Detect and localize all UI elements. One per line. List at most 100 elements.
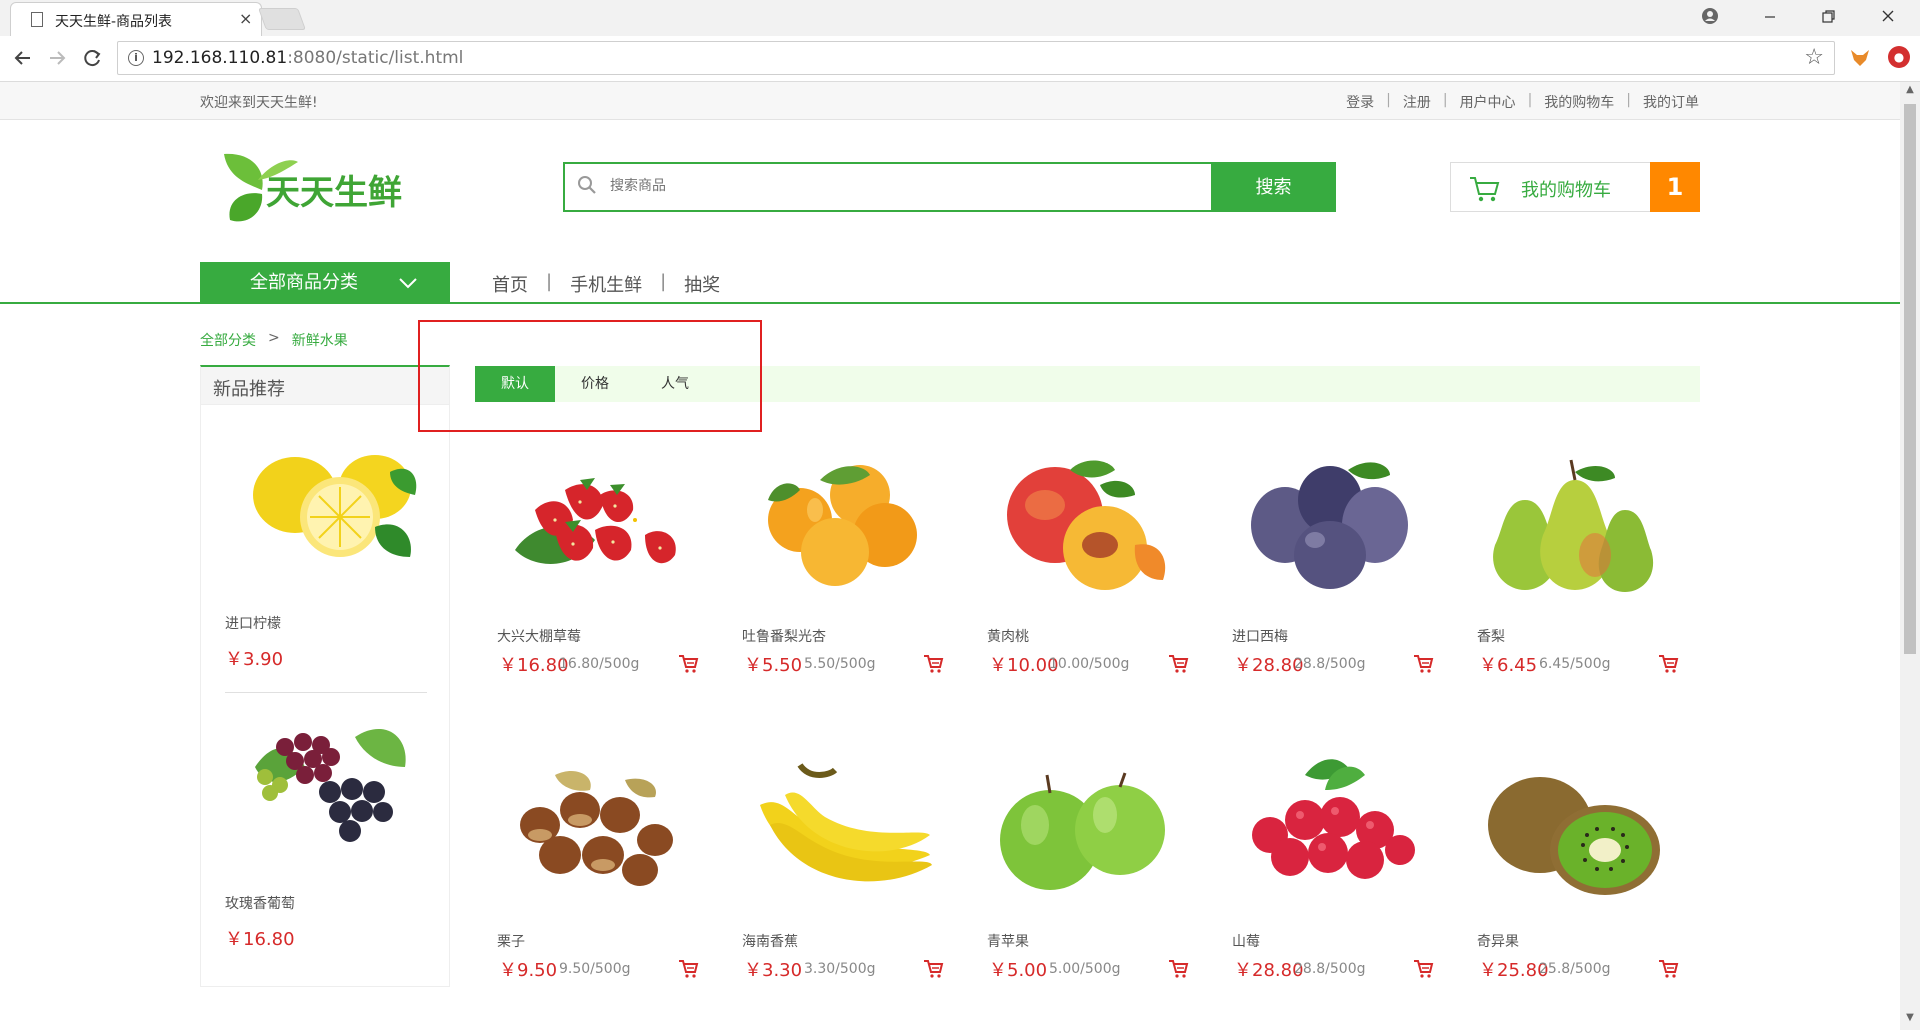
cart-count-badge[interactable]: 1: [1650, 162, 1700, 212]
all-categories-button[interactable]: 全部商品分类: [200, 262, 450, 304]
product-price: ￥5.00: [989, 960, 1048, 981]
sidebar-item[interactable]: 玫瑰香葡萄 ￥16.80: [225, 697, 425, 951]
nav-mobile-fresh[interactable]: 手机生鲜: [570, 271, 642, 297]
search-button[interactable]: 搜索: [1211, 162, 1336, 212]
add-to-cart-icon[interactable]: [1412, 652, 1434, 674]
user-center-link[interactable]: 用户中心: [1460, 92, 1516, 112]
forward-icon[interactable]: [46, 48, 68, 68]
breadcrumb-current[interactable]: 新鲜水果: [292, 330, 348, 350]
document-icon: [31, 12, 43, 27]
apricot-image[interactable]: [740, 440, 936, 610]
tab-close-icon[interactable]: ×: [239, 9, 252, 28]
annotation-highlight-box: [418, 320, 762, 432]
my-orders-link[interactable]: 我的订单: [1643, 92, 1699, 112]
scroll-thumb[interactable]: [1904, 104, 1916, 654]
product-name[interactable]: 进口西梅: [1232, 626, 1288, 646]
product-price: ￥6.45: [1479, 655, 1538, 676]
separator: |: [1626, 92, 1631, 108]
info-icon[interactable]: i: [128, 50, 144, 66]
kiwi-image[interactable]: [1475, 745, 1671, 915]
lemon-image[interactable]: [225, 417, 425, 587]
scroll-up-arrow-icon[interactable]: ▲: [1900, 84, 1920, 95]
product-card[interactable]: 黄肉桃 ￥10.00 10.00/500g: [965, 432, 1190, 722]
back-icon[interactable]: [12, 48, 34, 68]
grape-image[interactable]: [225, 697, 425, 867]
green-apple-image[interactable]: [985, 745, 1181, 915]
product-card[interactable]: 进口西梅 ￥28.80 28.8/500g: [1210, 432, 1435, 722]
product-name[interactable]: 大兴大棚草莓: [497, 626, 581, 646]
product-unit-price: 5.50/500g: [804, 656, 876, 672]
product-unit-price: 5.00/500g: [1049, 961, 1121, 977]
product-name[interactable]: 海南香蕉: [742, 931, 798, 951]
sidebar-item-name[interactable]: 玫瑰香葡萄: [225, 893, 425, 913]
add-to-cart-icon[interactable]: [677, 652, 699, 674]
adblock-extension-icon[interactable]: ●: [1888, 46, 1910, 68]
breadcrumb-root[interactable]: 全部分类: [200, 330, 256, 350]
product-card[interactable]: 大兴大棚草莓 ￥16.80 16.80/500g: [475, 432, 700, 722]
close-window-icon[interactable]: [1880, 8, 1896, 24]
add-to-cart-icon[interactable]: [922, 652, 944, 674]
web-page: 欢迎来到天天生鲜! 登录 | 注册 | 用户中心 | 我的购物车 | 我的订单 …: [0, 82, 1900, 1030]
product-name[interactable]: 青苹果: [987, 931, 1029, 951]
add-to-cart-icon[interactable]: [1657, 652, 1679, 674]
address-bar[interactable]: i 192.168.110.81:8080/static/list.html ☆: [117, 41, 1835, 75]
scroll-down-arrow-icon[interactable]: ▼: [1900, 1012, 1920, 1023]
product-unit-price: 16.80/500g: [559, 656, 640, 672]
fox-extension-icon[interactable]: [1849, 48, 1869, 68]
sidebar-item[interactable]: 进口柠檬 ￥3.90: [225, 417, 425, 671]
raspberry-image[interactable]: [1230, 745, 1426, 915]
product-name[interactable]: 栗子: [497, 931, 525, 951]
cart-label[interactable]: 我的购物车: [1521, 176, 1611, 202]
peach-image[interactable]: [985, 440, 1181, 610]
add-to-cart-icon[interactable]: [677, 957, 699, 979]
pear-image[interactable]: [1475, 440, 1671, 610]
register-link[interactable]: 注册: [1403, 92, 1431, 112]
product-card[interactable]: 青苹果 ￥5.00 5.00/500g: [965, 737, 1190, 1027]
minimize-icon[interactable]: [1762, 8, 1778, 24]
strawberry-image[interactable]: [495, 440, 691, 610]
nav-lottery[interactable]: 抽奖: [684, 271, 720, 297]
product-name[interactable]: 奇异果: [1477, 931, 1519, 951]
sidebar-item-price: ￥3.90: [225, 649, 284, 670]
site-logo[interactable]: 天天生鲜: [218, 150, 408, 230]
nav-home[interactable]: 首页: [492, 271, 528, 297]
restore-icon[interactable]: [1820, 8, 1836, 24]
product-card[interactable]: 栗子 ￥9.50 9.50/500g: [475, 737, 700, 1027]
product-card[interactable]: 奇异果 ￥25.80 25.8/500g: [1455, 737, 1680, 1027]
chestnut-image[interactable]: [495, 745, 691, 915]
product-card[interactable]: 吐鲁番梨光杏 ￥5.50 5.50/500g: [720, 432, 945, 722]
cart-box[interactable]: 我的购物车 1: [1450, 162, 1700, 212]
bookmark-star-icon[interactable]: ☆: [1804, 45, 1824, 70]
page-scrollbar[interactable]: ▲ ▼: [1900, 82, 1920, 1030]
main-nav: 首页 | 手机生鲜 | 抽奖: [492, 271, 720, 297]
product-card[interactable]: 山莓 ￥28.80 28.8/500g: [1210, 737, 1435, 1027]
new-tab-button[interactable]: [257, 8, 307, 30]
site-topbar: 欢迎来到天天生鲜! 登录 | 注册 | 用户中心 | 我的购物车 | 我的订单: [0, 82, 1900, 120]
browser-tab[interactable]: 天天生鲜-商品列表 ×: [10, 2, 262, 36]
product-card[interactable]: 香梨 ￥6.45 6.45/500g: [1455, 432, 1680, 722]
reload-icon[interactable]: [81, 48, 103, 70]
my-cart-link[interactable]: 我的购物车: [1544, 92, 1614, 112]
plum-image[interactable]: [1230, 440, 1426, 610]
separator: |: [1442, 92, 1448, 108]
search-input[interactable]: [610, 173, 1210, 199]
user-links: 登录 | 注册 | 用户中心 | 我的购物车 | 我的订单: [1346, 92, 1699, 112]
add-to-cart-icon[interactable]: [1167, 957, 1189, 979]
separator: |: [1386, 92, 1391, 108]
product-name[interactable]: 吐鲁番梨光杏: [742, 626, 826, 646]
url-path: :8080/static/list.html: [287, 48, 464, 68]
add-to-cart-icon[interactable]: [1167, 652, 1189, 674]
add-to-cart-icon[interactable]: [922, 957, 944, 979]
product-name[interactable]: 黄肉桃: [987, 626, 1029, 646]
product-card[interactable]: 海南香蕉 ￥3.30 3.30/500g: [720, 737, 945, 1027]
sidebar-item-name[interactable]: 进口柠檬: [225, 613, 425, 633]
product-name[interactable]: 山莓: [1232, 931, 1260, 951]
product-name[interactable]: 香梨: [1477, 626, 1505, 646]
profile-icon[interactable]: [1700, 6, 1720, 26]
banana-image[interactable]: [740, 745, 936, 915]
product-price: ￥5.50: [744, 655, 803, 676]
add-to-cart-icon[interactable]: [1412, 957, 1434, 979]
add-to-cart-icon[interactable]: [1657, 957, 1679, 979]
url-text[interactable]: 192.168.110.81:8080/static/list.html: [152, 48, 463, 68]
login-link[interactable]: 登录: [1346, 92, 1374, 112]
